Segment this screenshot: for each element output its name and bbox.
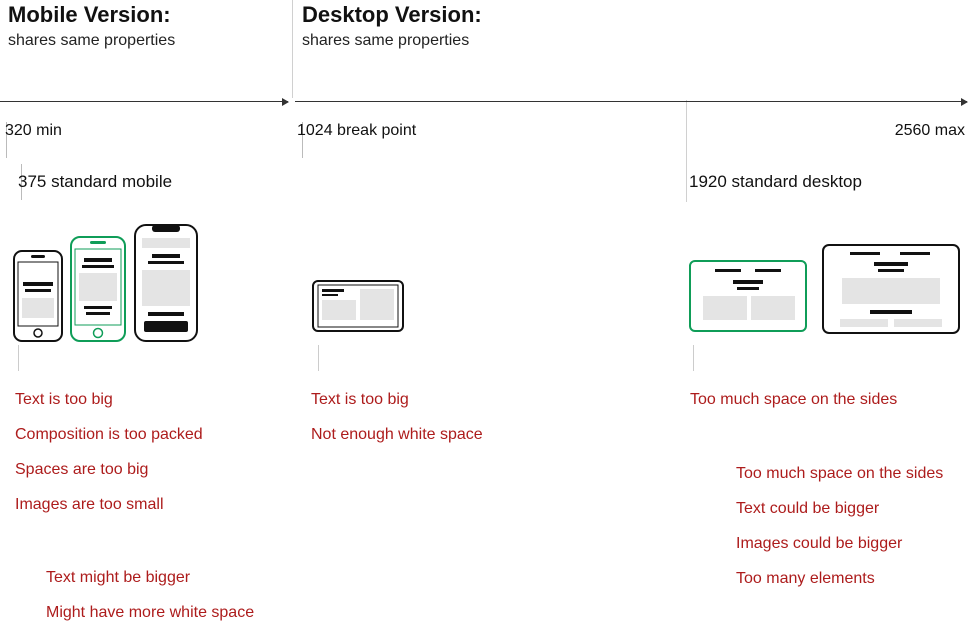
issue-text: Too much space on the sides: [690, 388, 897, 412]
issues-desktop-small: Text is too big Not enough white space: [311, 388, 483, 458]
issue-text: Text is too big: [311, 388, 483, 412]
responsive-breakpoints-diagram: Mobile Version: shares same properties D…: [0, 0, 970, 642]
issue-text: Images could be bigger: [736, 532, 943, 556]
mobile-subtitle: shares same properties: [8, 32, 175, 50]
label-min: 320 min: [5, 122, 62, 140]
label-max: 2560 max: [895, 122, 965, 140]
issues-desktop-std: Too much space on the sides: [690, 388, 897, 423]
mini-tick: [693, 345, 694, 371]
issue-text: Images are too small: [15, 493, 203, 517]
phone-std-icon: [70, 236, 126, 342]
laptop-large-icon: [822, 244, 960, 334]
mobile-section-header: Mobile Version: shares same properties: [8, 2, 175, 50]
axis-mobile-segment: [0, 101, 288, 102]
issue-text: Text might be bigger: [46, 566, 254, 590]
desktop-subtitle: shares same properties: [302, 32, 482, 50]
issue-text: Too many elements: [736, 567, 943, 591]
label-std-mobile: 375 standard mobile: [18, 172, 172, 192]
desktop-section-header: Desktop Version: shares same properties: [302, 2, 482, 50]
std-desktop-divider: [686, 100, 687, 202]
issue-text: Not enough white space: [311, 423, 483, 447]
issue-text: Composition is too packed: [15, 423, 203, 447]
tablet-icon: [312, 280, 404, 332]
section-divider-left: [292, 0, 293, 98]
phone-small-icon: [13, 250, 63, 342]
issues-mobile-small: Text is too big Composition is too packe…: [15, 388, 203, 528]
issue-text: Text could be bigger: [736, 497, 943, 521]
mini-tick: [318, 345, 319, 371]
issues-mobile-large: Text might be bigger Might have more whi…: [46, 566, 254, 636]
label-breakpoint: 1024 break point: [297, 122, 416, 140]
arrow-right-icon: [282, 98, 289, 106]
mobile-title: Mobile Version:: [8, 2, 175, 28]
issue-text: Too much space on the sides: [736, 462, 943, 486]
issue-text: Spaces are too big: [15, 458, 203, 482]
arrow-right-icon: [961, 98, 968, 106]
issues-desktop-large: Too much space on the sides Text could b…: [736, 462, 943, 602]
issue-text: Text is too big: [15, 388, 203, 412]
phone-large-icon: [134, 224, 198, 342]
axis-desktop-segment: [295, 101, 967, 102]
mini-tick: [18, 345, 19, 371]
laptop-std-icon: [689, 260, 807, 332]
label-std-desktop: 1920 standard desktop: [689, 172, 862, 192]
desktop-title: Desktop Version:: [302, 2, 482, 28]
issue-text: Might have more white space: [46, 601, 254, 625]
